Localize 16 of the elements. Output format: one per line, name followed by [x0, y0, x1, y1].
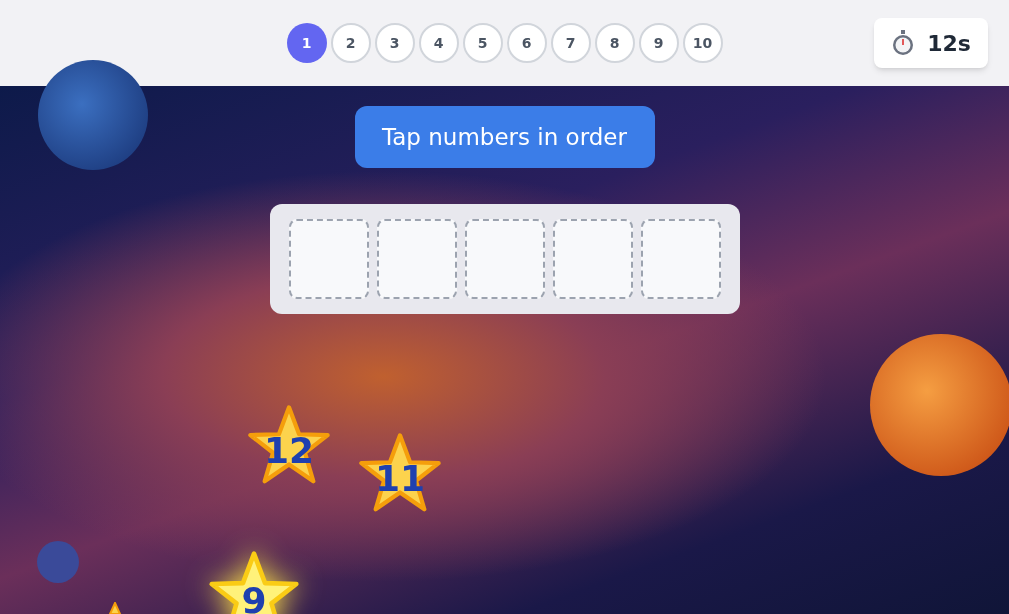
star-icon: [109, 602, 121, 614]
level-button[interactable]: 3: [374, 23, 415, 63]
star-button[interactable]: 9: [208, 550, 300, 614]
level-button[interactable]: 2: [330, 23, 371, 63]
instruction-banner: Tap numbers in order: [354, 106, 655, 168]
level-button[interactable]: 8: [594, 23, 635, 63]
level-button[interactable]: 4: [418, 23, 459, 63]
level-button[interactable]: 7: [550, 23, 591, 63]
planet-drawing: [37, 541, 79, 583]
level-button[interactable]: 6: [506, 23, 547, 63]
level-button[interactable]: 1: [286, 23, 327, 63]
level-button[interactable]: 10: [682, 23, 723, 63]
level-button[interactable]: 5: [462, 23, 503, 63]
stopwatch-icon: [891, 30, 916, 56]
level-button[interactable]: 9: [638, 23, 679, 63]
timer-text: 12s: [927, 29, 971, 58]
